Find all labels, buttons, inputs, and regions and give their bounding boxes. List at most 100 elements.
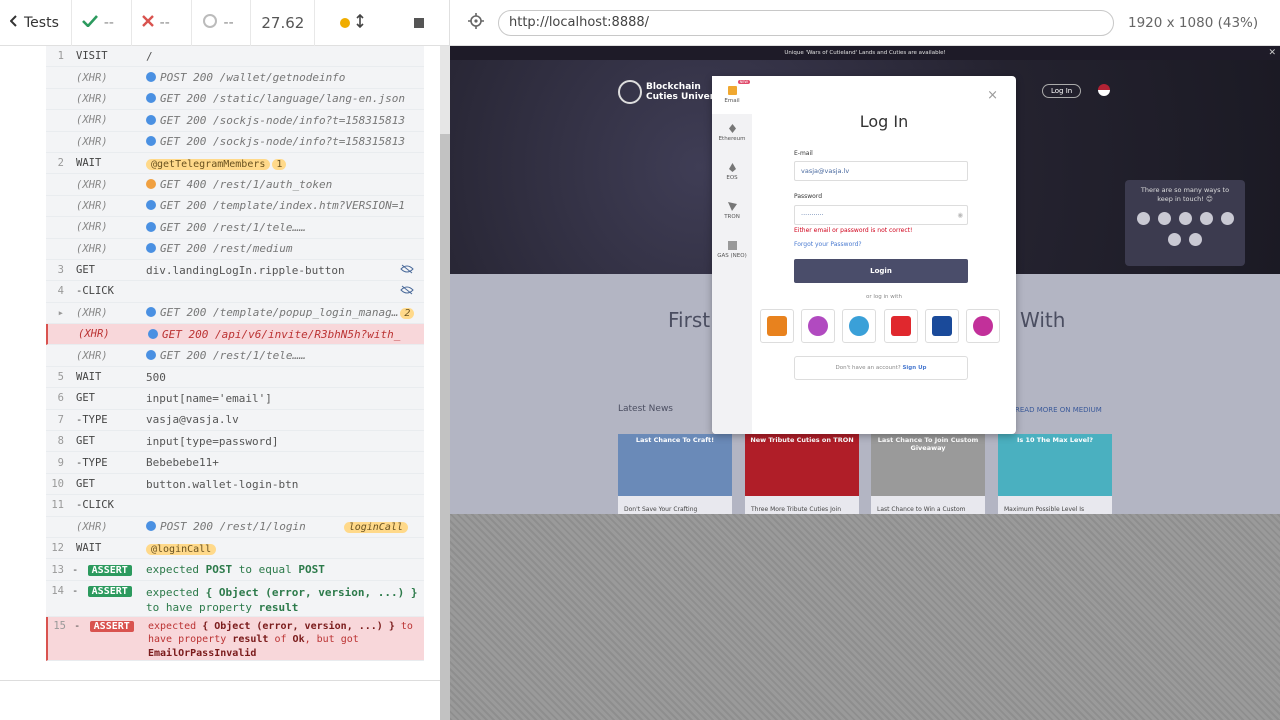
x-icon: [141, 15, 154, 31]
xhr-row[interactable]: (XHR) GET 200 /sockjs-node/info?t=1583158…: [46, 110, 424, 132]
command-row[interactable]: 3 GET div.landingLogIn.ripple-button: [46, 259, 424, 282]
login-method-tron[interactable]: TRON: [712, 202, 752, 220]
twitter-icon[interactable]: [1199, 212, 1213, 225]
password-field[interactable]: ··········· ◉: [794, 205, 968, 225]
command-log: 1 VISIT / (XHR) POST 200 /wallet/getnodeinf…: [0, 46, 440, 680]
signup-link[interactable]: Sign Up: [902, 365, 926, 371]
request-status-dot-icon: [146, 350, 156, 361]
login-button[interactable]: Login: [794, 259, 968, 283]
login-method-neo[interactable]: GAS (NEO): [712, 241, 752, 259]
request-status-dot-icon: [146, 521, 156, 532]
xhr-row[interactable]: (XHR) GET 200 /template/index.htm?VERSION…: [46, 195, 424, 218]
news-card[interactable]: Last Chance To Join Custom Giveaway Last…: [871, 434, 985, 514]
failed-count: --: [132, 0, 192, 46]
wallet-option-4-button[interactable]: [883, 309, 918, 343]
xhr-row[interactable]: (XHR) GET 200 /rest/1/tele… getTelegramMem…: [46, 345, 424, 367]
news-card[interactable]: Last Chance To Craft! Don't Save Your Cr…: [618, 434, 732, 514]
discord-icon[interactable]: [1189, 233, 1202, 246]
command-row[interactable]: 12 WAIT @loginCall: [46, 537, 424, 560]
site-logo[interactable]: Blockchain Cuties Universe: [618, 80, 726, 104]
command-row[interactable]: 5 WAIT 500: [46, 366, 424, 389]
auto-scroll-toggle[interactable]: [315, 0, 389, 46]
eye-icon[interactable]: ◉: [957, 206, 963, 224]
xhr-row[interactable]: (XHR) GET 400 /rest/1/auth_token: [46, 174, 424, 196]
modal-title: Log In: [859, 112, 909, 131]
login-method-eos[interactable]: EOS: [712, 163, 752, 181]
command-row[interactable]: 2 WAIT @getTelegramMembers 1: [46, 152, 424, 175]
duration: 27.62: [251, 0, 316, 46]
request-status-dot-icon: [148, 328, 158, 339]
login-method-sidebar: Email NEW Ethereum EOS TRON GAS (NEO): [712, 76, 752, 434]
assert-row[interactable]: 13 - ASSERT expected POST to equal POST: [46, 559, 424, 581]
log-footer: [0, 680, 440, 720]
forgot-password-link[interactable]: Forgot your Password?: [794, 241, 862, 248]
stop-button[interactable]: [389, 0, 449, 46]
news-card[interactable]: Is 10 The Max Level? Maximum Possible Le…: [998, 434, 1112, 514]
login-method-ethereum[interactable]: Ethereum: [712, 124, 752, 142]
request-status-dot-icon: [146, 221, 156, 232]
expand-caret-icon[interactable]: ▸: [46, 307, 68, 319]
dapp-icon: [972, 316, 993, 336]
xhr-row[interactable]: (XHR) GET 200 /static/language/lang-en.js…: [46, 88, 424, 111]
reddit-icon[interactable]: [1178, 212, 1192, 225]
assert-row[interactable]: 14 - ASSERT expected { Object (error, ve…: [46, 580, 424, 617]
metamask-button[interactable]: [760, 309, 794, 343]
wallet-icon: [808, 316, 829, 336]
metamask-icon: [767, 316, 787, 336]
command-row[interactable]: 9 -TYPE Bebebebe11+: [46, 452, 424, 474]
xhr-row[interactable]: (XHR) GET 200 /sockjs-node/info?t=1583158…: [46, 131, 424, 153]
email-label: E-mail: [794, 150, 813, 157]
tron-icon: [727, 202, 737, 211]
command-row[interactable]: 4 -CLICK: [46, 281, 424, 303]
command-row[interactable]: 10 GET button.wallet-login-btn: [46, 473, 424, 496]
xhr-row[interactable]: (XHR) GET 200 /rest/medium: [46, 238, 424, 260]
status-dot-icon: [340, 18, 351, 28]
email-field[interactable]: vasja@vasja.lv: [794, 161, 968, 181]
social-widget: There are so many ways to keep in touch!…: [1125, 180, 1245, 266]
login-method-email[interactable]: Email NEW: [712, 76, 752, 114]
wallet-icon: [931, 316, 952, 336]
request-status-dot-icon: [146, 307, 156, 318]
xhr-row[interactable]: (XHR) GET 200 /rest/1/tele… getTelegramMem…: [46, 217, 424, 239]
command-list: 1 VISIT / (XHR) POST 200 /wallet/getnodeinf…: [46, 46, 424, 661]
request-status-dot-icon: [146, 243, 156, 254]
wallet-option-5-button[interactable]: [924, 309, 959, 343]
news-card[interactable]: New Tribute Cuties on TRON Three More Tr…: [745, 434, 859, 514]
us-flag-icon[interactable]: [1098, 84, 1110, 96]
wallet-icon: [727, 86, 737, 95]
tests-nav-button[interactable]: Tests: [0, 0, 72, 46]
runner-header: Tests -- -- -- 27.62 http://localhost:88…: [0, 0, 1280, 46]
scrollbar-thumb[interactable]: [440, 134, 450, 720]
xhr-row[interactable]: (XHR) POST 200 /rest/1/login loginCall: [46, 516, 424, 538]
failed-assert-row[interactable]: 15 - ASSERT expected { Object (error, ve…: [46, 616, 424, 661]
dapp-button[interactable]: [965, 309, 1000, 343]
reporter-stats: Tests -- -- -- 27.62: [0, 0, 450, 46]
request-status-dot-icon: [146, 93, 156, 104]
command-row[interactable]: 11 -CLICK: [46, 495, 424, 517]
xhr-row[interactable]: (XHR) GET 200 /api/v6/invite/R3bhN5h?with…: [46, 324, 424, 346]
selector-playground-icon[interactable]: [468, 12, 484, 33]
log-scrollbar[interactable]: [440, 46, 450, 720]
xhr-row[interactable]: ▸ (XHR) GET 200 /template/popup_login_mana…: [46, 302, 424, 325]
telegram-icon[interactable]: [1168, 233, 1181, 246]
url-input[interactable]: [498, 9, 1114, 36]
close-icon[interactable]: ×: [987, 88, 998, 103]
command-row[interactable]: 8 GET input[type=password]: [46, 431, 424, 453]
medium-icon[interactable]: [1220, 212, 1234, 225]
instagram-icon[interactable]: [1157, 212, 1171, 225]
wallet-option-3-button[interactable]: [842, 309, 877, 343]
arrows-vertical-icon: [356, 13, 364, 32]
stop-icon: [414, 18, 425, 28]
command-row[interactable]: 1 VISIT /: [46, 46, 424, 68]
request-status-dot-icon: [146, 136, 156, 147]
header-login-button[interactable]: Log In: [1042, 84, 1082, 98]
close-icon[interactable]: ✕: [1268, 46, 1276, 60]
request-status-dot-icon: [146, 200, 156, 211]
wallet-option-2-button[interactable]: [801, 309, 836, 343]
command-row[interactable]: 6 GET input[name='email']: [46, 388, 424, 410]
section-heading-start: First: [668, 308, 711, 332]
xhr-row[interactable]: (XHR) POST 200 /wallet/getnodeinfo: [46, 67, 424, 89]
read-more-link[interactable]: READ MORE ON MEDIUM: [1015, 406, 1102, 414]
facebook-icon[interactable]: [1136, 212, 1150, 225]
command-row[interactable]: 7 -TYPE vasja@vasja.lv: [46, 409, 424, 432]
